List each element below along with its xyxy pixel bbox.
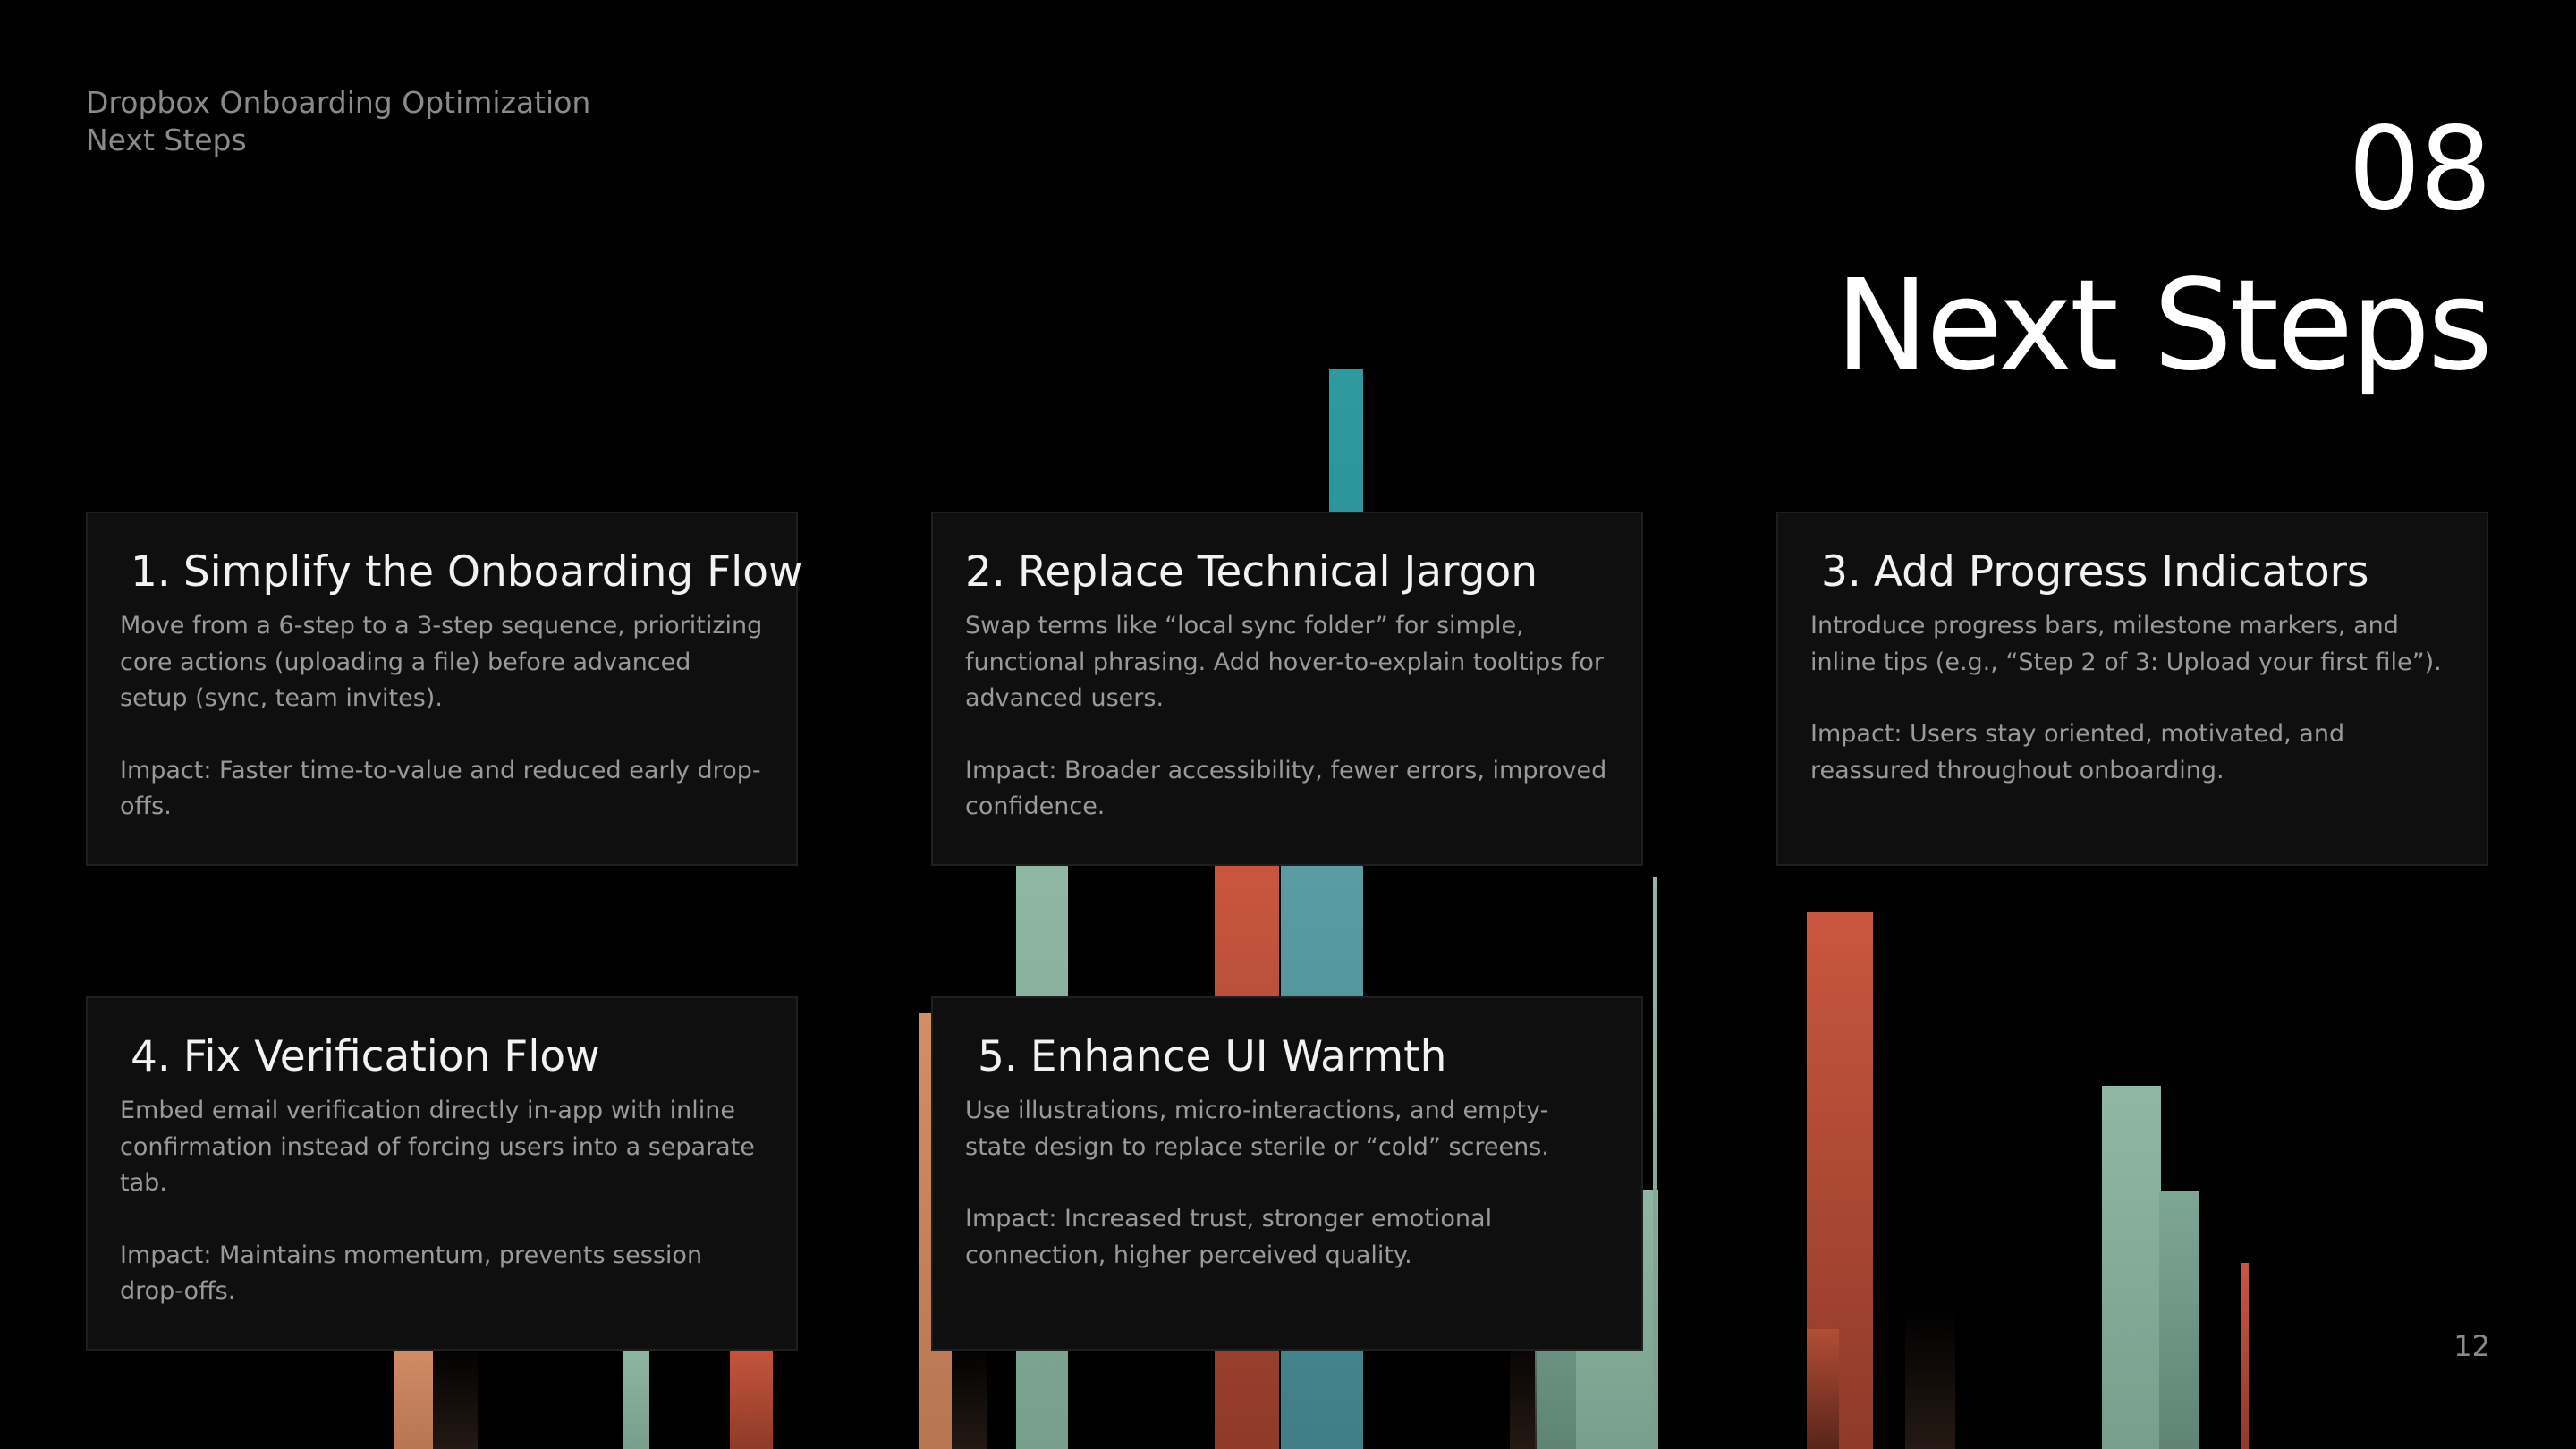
card-number: 2. [965, 547, 1005, 597]
card-title: 1. Simplify the Onboarding Flow [131, 546, 802, 599]
step-card-2: 2. Replace Technical Jargon Swap terms li… [931, 512, 1643, 866]
card-number: 3. [1821, 547, 1861, 597]
decorative-bar [2241, 1263, 2249, 1449]
decorative-bar [2102, 1086, 2161, 1449]
card-impact: Impact: Broader accessibility, fewer err… [965, 756, 1607, 821]
card-number: 4. [131, 1032, 171, 1081]
card-description: Use illustrations, micro-interactions, a… [965, 1097, 1549, 1161]
decorative-bar [1653, 877, 1657, 1449]
card-impact: Impact: Maintains momentum, prevents ses… [120, 1241, 703, 1306]
card-title: 4. Fix Verification Flow [131, 1030, 764, 1084]
decorative-bar [433, 1342, 478, 1449]
card-impact: Impact: Users stay oriented, motivated, … [1810, 720, 2345, 784]
card-number: 1. [131, 547, 171, 597]
card-description: Move from a 6-step to a 3-step sequence,… [120, 612, 763, 712]
step-card-5: 5. Enhance UI Warmth Use illustrations, m… [931, 996, 1643, 1351]
card-description: Embed email verification directly in-app… [120, 1097, 755, 1197]
card-title-text: Fix Verification Flow [182, 1032, 600, 1081]
step-card-3: 3. Add Progress Indicators Introduce prog… [1776, 512, 2488, 866]
decorative-bar [730, 1342, 773, 1449]
slide-title: Next Steps [1835, 253, 2493, 399]
card-body: Introduce progress bars, milestone marke… [1810, 608, 2454, 789]
decorative-bar [394, 1342, 433, 1449]
card-body: Move from a 6-step to a 3-step sequence,… [120, 608, 764, 826]
card-impact: Impact: Faster time-to-value and reduced… [120, 756, 761, 821]
card-title: 2. Replace Technical Jargon [965, 546, 1609, 599]
decorative-bar [952, 1342, 987, 1449]
page-number: 12 [2453, 1329, 2490, 1363]
deck-header: Dropbox Onboarding Optimization Next Ste… [86, 84, 590, 159]
card-title-text: Enhance UI Warmth [1030, 1032, 1447, 1081]
card-body: Swap terms like “local sync folder” for … [965, 608, 1609, 826]
card-title-text: Replace Technical Jargon [1017, 547, 1538, 597]
deck-title: Dropbox Onboarding Optimization [86, 85, 591, 120]
section-number: 08 [2348, 103, 2492, 236]
decorative-bar [1905, 1306, 1955, 1449]
card-description: Swap terms like “local sync folder” for … [965, 612, 1604, 712]
step-card-1: 1. Simplify the Onboarding Flow Move from… [86, 512, 802, 866]
card-description: Introduce progress bars, milestone marke… [1810, 612, 2442, 676]
card-title-text: Simplify the Onboarding Flow [182, 547, 803, 597]
decorative-bar [1807, 1329, 1839, 1449]
card-title: 3. Add Progress Indicators [1821, 546, 2454, 599]
decorative-bar [623, 1342, 649, 1449]
card-impact: Impact: Increased trust, stronger emotio… [965, 1205, 1493, 1269]
decorative-bar [2159, 1191, 2199, 1449]
card-number: 5. [978, 1032, 1018, 1081]
card-body: Use illustrations, micro-interactions, a… [965, 1093, 1609, 1274]
card-title: 5. Enhance UI Warmth [978, 1030, 1609, 1084]
step-card-4: 4. Fix Verification Flow Embed email veri… [86, 996, 798, 1351]
card-title-text: Add Progress Indicators [1873, 547, 2369, 597]
card-body: Embed email verification directly in-app… [120, 1093, 764, 1310]
deck-section: Next Steps [86, 123, 247, 157]
